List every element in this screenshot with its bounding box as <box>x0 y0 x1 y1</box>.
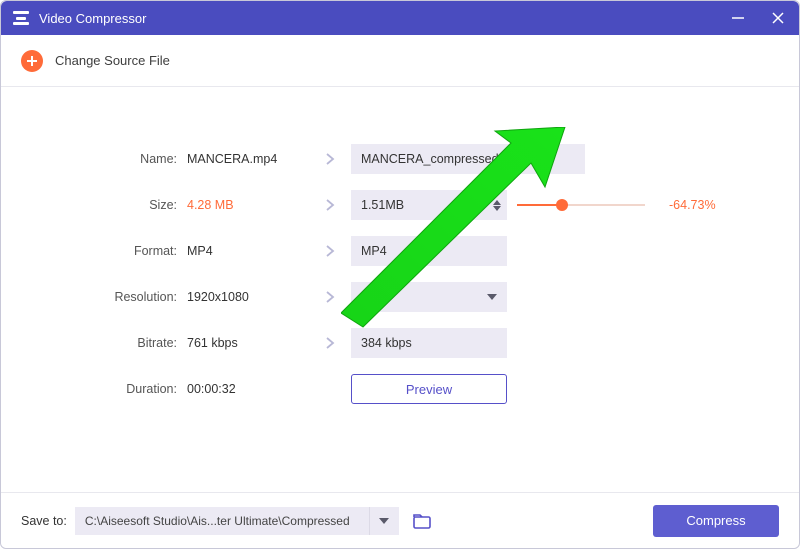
bitrate-output-field[interactable]: 384 kbps <box>351 328 507 358</box>
resolution-source: 1920x1080 <box>187 290 309 304</box>
bitrate-label: Bitrate: <box>31 336 187 350</box>
resolution-output-value: Aut <box>361 290 380 304</box>
app-icon <box>13 11 29 25</box>
row-resolution: Resolution: 1920x1080 Aut <box>31 281 769 313</box>
chevron-right-icon <box>309 244 351 258</box>
name-source: MANCERA.mp4 <box>187 152 309 166</box>
duration-source: 00:00:32 <box>187 382 309 396</box>
save-path-value: C:\Aiseesoft Studio\Ais...ter Ultimate\C… <box>85 514 350 528</box>
size-spinner-up[interactable] <box>493 200 501 205</box>
chevron-right-icon <box>309 198 351 212</box>
compress-label: Compress <box>686 513 745 528</box>
name-output-field[interactable]: MANCERA_compressed.mp4 <box>351 144 585 174</box>
format-output-value: MP4 <box>361 244 387 258</box>
size-slider[interactable] <box>517 195 645 215</box>
app-window: Video Compressor Change Source File Name… <box>0 0 800 549</box>
row-bitrate: Bitrate: 761 kbps 384 kbps <box>31 327 769 359</box>
save-path-dropdown[interactable] <box>369 507 399 535</box>
chevron-right-icon <box>309 152 351 166</box>
title-bar: Video Compressor <box>1 1 799 35</box>
size-spinner-down[interactable] <box>493 206 501 211</box>
size-spinner <box>493 190 501 220</box>
size-slider-knob[interactable] <box>556 199 568 211</box>
size-source: 4.28 MB <box>187 198 309 212</box>
preview-label: Preview <box>406 382 452 397</box>
name-output-value: MANCERA_compressed.mp4 <box>361 152 526 166</box>
row-size: Size: 4.28 MB 1.51MB -64.73% <box>31 189 769 221</box>
row-format: Format: MP4 MP4 <box>31 235 769 267</box>
chevron-right-icon <box>309 290 351 304</box>
format-source: MP4 <box>187 244 309 258</box>
window-title: Video Compressor <box>39 11 729 26</box>
chevron-right-icon <box>309 336 351 350</box>
close-button[interactable] <box>769 9 787 27</box>
change-source-row: Change Source File <box>1 35 799 87</box>
compress-button[interactable]: Compress <box>653 505 779 537</box>
resolution-label: Resolution: <box>31 290 187 304</box>
resolution-dropdown-icon[interactable] <box>487 294 497 300</box>
bitrate-source: 761 kbps <box>187 336 309 350</box>
save-path-select: C:\Aiseesoft Studio\Ais...ter Ultimate\C… <box>75 507 399 535</box>
format-output-field[interactable]: MP4 <box>351 236 507 266</box>
settings-panel: Name: MANCERA.mp4 MANCERA_compressed.mp4… <box>1 87 799 492</box>
save-path-field[interactable]: C:\Aiseesoft Studio\Ais...ter Ultimate\C… <box>75 507 369 535</box>
minimize-button[interactable] <box>729 9 747 27</box>
size-output-field[interactable]: 1.51MB <box>351 190 507 220</box>
resolution-output-field[interactable]: Aut <box>351 282 507 312</box>
size-output-value: 1.51MB <box>361 198 404 212</box>
open-folder-button[interactable] <box>411 510 433 532</box>
change-source-label[interactable]: Change Source File <box>55 53 170 68</box>
preview-button[interactable]: Preview <box>351 374 507 404</box>
size-label: Size: <box>31 198 187 212</box>
bitrate-output-value: 384 kbps <box>361 336 412 350</box>
save-to-label: Save to: <box>21 514 67 528</box>
size-percent: -64.73% <box>669 198 716 212</box>
duration-label: Duration: <box>31 382 187 396</box>
row-duration: Duration: 00:00:32 Preview <box>31 373 769 405</box>
add-source-button[interactable] <box>21 50 43 72</box>
name-label: Name: <box>31 152 187 166</box>
footer-bar: Save to: C:\Aiseesoft Studio\Ais...ter U… <box>1 492 799 548</box>
window-controls <box>729 9 787 27</box>
size-tail: -64.73% <box>517 195 716 215</box>
format-label: Format: <box>31 244 187 258</box>
row-name: Name: MANCERA.mp4 MANCERA_compressed.mp4 <box>31 143 769 175</box>
